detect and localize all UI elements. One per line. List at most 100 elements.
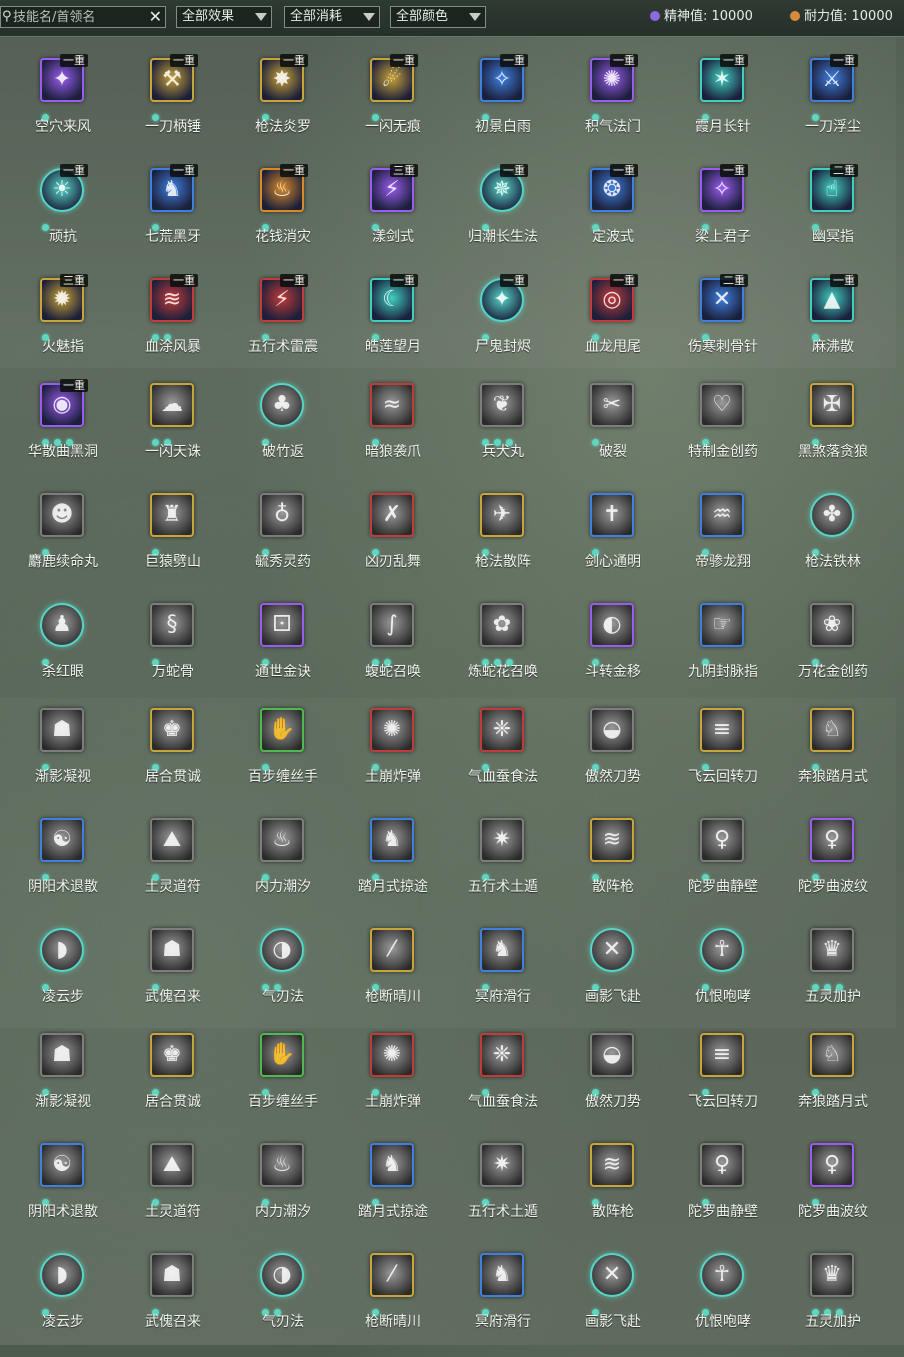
skill-icon[interactable]: ≋ bbox=[590, 818, 634, 862]
skill-icon[interactable]: ♞ bbox=[480, 1253, 524, 1297]
skill-cell[interactable]: ♚ 居合贯诚 bbox=[118, 702, 228, 812]
skill-icon[interactable]: ◑ bbox=[260, 1253, 304, 1297]
skill-cell[interactable]: ✕ 二重 伤寒刺骨针 bbox=[668, 272, 778, 382]
skill-cell[interactable]: ≋ 一重 血涂风暴 bbox=[118, 272, 228, 382]
skill-icon[interactable]: ◑ bbox=[260, 928, 304, 972]
skill-icon[interactable]: ♀ bbox=[700, 1143, 744, 1187]
skill-icon[interactable]: ✿ bbox=[480, 603, 524, 647]
search-input[interactable] bbox=[13, 8, 141, 26]
skill-cell[interactable]: ⁄ 枪断晴川 bbox=[338, 922, 448, 1032]
skill-cell[interactable]: ♞ 冥府滑行 bbox=[448, 1247, 558, 1357]
skill-cell[interactable]: ♟ 杀红眼 bbox=[8, 597, 118, 707]
skill-cell[interactable]: ☗ 武傀召来 bbox=[118, 1247, 228, 1357]
skill-cell[interactable]: ♞ 踏月式掠途 bbox=[338, 1137, 448, 1247]
skill-cell[interactable]: ☗ 渐影凝视 bbox=[8, 702, 118, 812]
skill-icon[interactable]: ♀ bbox=[700, 818, 744, 862]
skill-cell[interactable]: ✵ 一重 归潮长生法 bbox=[448, 162, 558, 272]
skill-cell[interactable]: ☞ 九阴封脉指 bbox=[668, 597, 778, 707]
skill-cell[interactable]: ≋ 散阵枪 bbox=[558, 1137, 668, 1247]
skill-cell[interactable]: ☯ 阴阳术退散 bbox=[8, 1137, 118, 1247]
skill-icon[interactable]: ◒ bbox=[590, 1033, 634, 1077]
skill-icon[interactable]: ✝ bbox=[590, 493, 634, 537]
skill-icon[interactable]: ♞ bbox=[480, 928, 524, 972]
skill-cell[interactable]: ✹ 三重 火魅指 bbox=[8, 272, 118, 382]
skill-cell[interactable]: ◒ 傲然刀势 bbox=[558, 702, 668, 812]
skill-icon[interactable]: ✋ bbox=[260, 1033, 304, 1077]
skill-icon[interactable]: ♀ bbox=[810, 1143, 854, 1187]
skill-icon[interactable]: ◒ bbox=[590, 708, 634, 752]
skill-icon[interactable]: ♞ bbox=[370, 818, 414, 862]
skill-icon[interactable]: ❈ bbox=[480, 1033, 524, 1077]
skill-cell[interactable]: ⁄ 枪断晴川 bbox=[338, 1247, 448, 1357]
skill-icon[interactable]: ✺ bbox=[370, 708, 414, 752]
skill-icon[interactable]: ≈ bbox=[370, 383, 414, 427]
skill-icon[interactable]: ✠ bbox=[810, 383, 854, 427]
skill-cell[interactable]: ☾ 一重 皓莲望月 bbox=[338, 272, 448, 382]
skill-cell[interactable]: ⚔ 一重 一刀浮尘 bbox=[778, 52, 888, 162]
skill-cell[interactable]: ☻ 麝鹿续命丸 bbox=[8, 487, 118, 597]
skill-cell[interactable]: ✠ 黑煞落贪狼 bbox=[778, 377, 888, 487]
skill-cell[interactable]: ☝ 二重 幽冥指 bbox=[778, 162, 888, 272]
skill-cell[interactable]: ♁ 毓秀灵药 bbox=[228, 487, 338, 597]
skill-icon[interactable]: ♨ bbox=[260, 1143, 304, 1187]
skill-icon[interactable]: ☗ bbox=[40, 1033, 84, 1077]
skill-cell[interactable]: ⚡ 一重 五行术雷震 bbox=[228, 272, 338, 382]
skill-cell[interactable]: ❀ 万花金创药 bbox=[778, 597, 888, 707]
skill-cell[interactable]: ⚡ 三重 漾剑式 bbox=[338, 162, 448, 272]
skill-cell[interactable]: ✝ 剑心通明 bbox=[558, 487, 668, 597]
skill-cell[interactable]: ♒ 帝骖龙翔 bbox=[668, 487, 778, 597]
skill-cell[interactable]: ⚀ 通世金诀 bbox=[228, 597, 338, 707]
skill-icon[interactable]: ♛ bbox=[810, 1253, 854, 1297]
skill-cell[interactable]: ❦ 兵犬丸 bbox=[448, 377, 558, 487]
skill-icon[interactable]: ≡ bbox=[700, 708, 744, 752]
skill-icon[interactable]: ✤ bbox=[810, 493, 854, 537]
skill-cell[interactable]: ≡ 飞云回转刀 bbox=[668, 1027, 778, 1137]
clear-icon[interactable]: ✕ bbox=[149, 7, 162, 27]
skill-icon[interactable]: ♘ bbox=[810, 708, 854, 752]
skill-icon[interactable]: ☞ bbox=[700, 603, 744, 647]
skill-cell[interactable]: ◒ 傲然刀势 bbox=[558, 1027, 668, 1137]
skill-cell[interactable]: ♨ 一重 花钱消灾 bbox=[228, 162, 338, 272]
skill-icon[interactable]: ≡ bbox=[700, 1033, 744, 1077]
skill-cell[interactable]: ◎ 一重 血龙甩尾 bbox=[558, 272, 668, 382]
skill-cell[interactable]: ✋ 百步缠丝手 bbox=[228, 702, 338, 812]
skill-cell[interactable]: ☥ 仇恨咆哮 bbox=[668, 1247, 778, 1357]
skill-icon[interactable]: ♘ bbox=[810, 1033, 854, 1077]
skill-cell[interactable]: ✦ 一重 尸鬼封烬 bbox=[448, 272, 558, 382]
skill-cell[interactable]: ☯ 阴阳术退散 bbox=[8, 812, 118, 922]
skill-cell[interactable]: ☗ 渐影凝视 bbox=[8, 1027, 118, 1137]
skill-icon[interactable]: ☥ bbox=[700, 928, 744, 972]
skill-cell[interactable]: ✂ 破裂 bbox=[558, 377, 668, 487]
skill-icon[interactable]: ♚ bbox=[150, 1033, 194, 1077]
skill-cell[interactable]: ⚒ 一重 一刀柄锤 bbox=[118, 52, 228, 162]
skill-cell[interactable]: ✷ 五行术土遁 bbox=[448, 1137, 558, 1247]
skill-cell[interactable]: ✦ 一重 空穴来风 bbox=[8, 52, 118, 162]
skill-icon[interactable]: ⛰ bbox=[150, 818, 194, 862]
skill-cell[interactable]: ♀ 陀罗曲波纹 bbox=[778, 1137, 888, 1247]
skill-icon[interactable]: ♞ bbox=[370, 1143, 414, 1187]
skill-cell[interactable]: ✺ 土崩炸弹 bbox=[338, 1027, 448, 1137]
skill-cell[interactable]: ◗ 凌云步 bbox=[8, 1247, 118, 1357]
skill-cell[interactable]: ✿ 炼蛇花召唤 bbox=[448, 597, 558, 707]
skill-icon[interactable]: ♡ bbox=[700, 383, 744, 427]
skill-cell[interactable]: ✗ 凶刃乱舞 bbox=[338, 487, 448, 597]
skill-cell[interactable]: ◐ 斗转金移 bbox=[558, 597, 668, 707]
skill-cell[interactable]: ∫ 蝮蛇召唤 bbox=[338, 597, 448, 707]
skill-icon[interactable]: ⁄ bbox=[370, 1253, 414, 1297]
skill-icon[interactable]: ✷ bbox=[480, 818, 524, 862]
skill-icon[interactable]: ✺ bbox=[370, 1033, 414, 1077]
skill-cell[interactable]: ✋ 百步缠丝手 bbox=[228, 1027, 338, 1137]
skill-icon[interactable]: ✈ bbox=[480, 493, 524, 537]
skill-cell[interactable]: ✤ 枪法铁林 bbox=[778, 487, 888, 597]
skill-cell[interactable]: ✧ 一重 梁上君子 bbox=[668, 162, 778, 272]
skill-icon[interactable]: ♨ bbox=[260, 818, 304, 862]
skill-cell[interactable]: ♘ 奔狼踏月式 bbox=[778, 702, 888, 812]
skill-cell[interactable]: ♀ 陀罗曲波纹 bbox=[778, 812, 888, 922]
skill-icon[interactable]: ❦ bbox=[480, 383, 524, 427]
skill-icon[interactable]: ✕ bbox=[590, 928, 634, 972]
skill-icon[interactable]: ⚀ bbox=[260, 603, 304, 647]
skill-icon[interactable]: ≋ bbox=[590, 1143, 634, 1187]
search-box[interactable]: ⚲ ✕ bbox=[0, 6, 166, 28]
skill-icon[interactable]: ☻ bbox=[40, 493, 84, 537]
skill-cell[interactable]: ♞ 踏月式掠途 bbox=[338, 812, 448, 922]
